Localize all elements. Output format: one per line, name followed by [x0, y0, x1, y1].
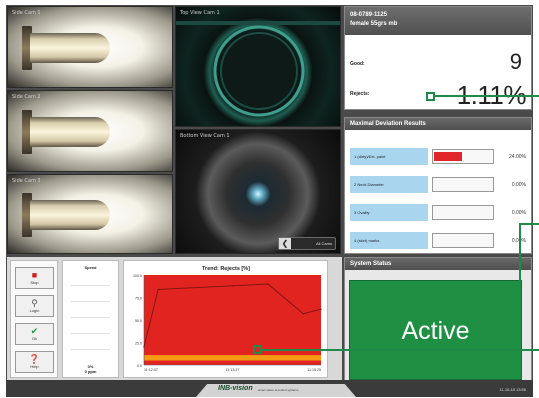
- deviation-label: 2 Neck Diameter: [350, 176, 428, 193]
- chart-point: [320, 308, 322, 310]
- deviation-bar: [432, 233, 494, 248]
- brand-tagline: smart vision & control systems: [258, 388, 299, 392]
- speed-gauge: Speed 0% 0 ppm: [62, 260, 119, 378]
- deviation-percent: 0.00%: [511, 210, 526, 216]
- chart-point: [231, 285, 234, 287]
- control-area: ■ Stop ⚲ Login ✔ Ok ❓ Help Speed 0% 0 pp…: [7, 257, 342, 381]
- login-button[interactable]: ⚲ Login: [15, 295, 54, 317]
- chart-point: [267, 283, 269, 285]
- ok-label: Ok: [31, 336, 38, 341]
- chart-y-tick-label: 75.0: [135, 297, 142, 301]
- callout-box: [253, 345, 262, 354]
- chart-orange-band: [144, 355, 321, 361]
- gauge-line: [71, 285, 110, 286]
- side-cam-2-view[interactable]: Side Cam 2: [7, 90, 173, 172]
- callout-line: [519, 223, 521, 285]
- trend-chart[interactable]: Trend: Rejects [%] 0.0 25.0 50.0 75.0 100.0 11…: [123, 260, 328, 378]
- deviation-fill: [434, 152, 462, 161]
- bottom-view-cam-label: Bottom View Cam 1: [180, 133, 230, 139]
- stop-label: Stop: [30, 280, 39, 285]
- stop-icon: ■: [31, 270, 38, 280]
- help-label: Help: [30, 364, 39, 369]
- preform-image: [30, 33, 110, 63]
- chart-y-tick-label: 50.0: [135, 319, 142, 323]
- deviation-label: 1 (dirty)/Ext. paint: [350, 148, 428, 165]
- chart-x-tick-label: 11:13:27: [226, 368, 240, 372]
- preform-ring-image: [213, 25, 305, 117]
- callout-line: [520, 223, 539, 225]
- side-cam-3-label: Side Cam 3: [12, 178, 41, 184]
- date-time: 11.16.18 13:56: [499, 387, 526, 392]
- deviation-label: 4 (skirt) marks: [350, 232, 428, 249]
- checkmark-icon: ✔: [30, 326, 39, 336]
- status-badge: Active: [349, 280, 522, 380]
- help-icon: ❓: [28, 354, 41, 364]
- product-name: female 55grs mb: [350, 21, 398, 27]
- side-cam-1-view[interactable]: Side Cam 1: [7, 6, 173, 88]
- chart-y-tick-label: 0.0: [137, 364, 142, 368]
- login-label: Login: [29, 308, 40, 313]
- deviation-label: 3 Ovality: [350, 204, 428, 221]
- trend-chart-svg: Trend: Rejects [%] 0.0 25.0 50.0 75.0 100.0 11…: [133, 266, 322, 372]
- bottom-view-cam-view[interactable]: Bottom View Cam 1 ❮ All Cams: [175, 129, 341, 254]
- chart-y-tick-label: 100.0: [133, 274, 142, 278]
- chart-x-tick-label: 11:12:47: [144, 368, 158, 372]
- deviation-row[interactable]: 2 Neck Diameter 0.00%: [350, 176, 526, 193]
- rejects-label: Rejects:: [350, 91, 370, 97]
- deviation-panel: Maximal Deviation Results 1 (dirty)/Ext.…: [344, 117, 532, 254]
- deviation-bar: [432, 149, 494, 164]
- side-cam-1-label: Side Cam 1: [12, 10, 41, 16]
- system-status-title: System Status: [345, 258, 531, 270]
- chart-point: [302, 313, 304, 315]
- all-cams-label: All Cams: [315, 241, 332, 246]
- deviation-title: Maximal Deviation Results: [345, 118, 531, 130]
- system-status-panel: System Status Active: [344, 257, 532, 381]
- gauge-line: [71, 301, 110, 302]
- preform-image: [30, 200, 110, 230]
- top-view-cam-view[interactable]: Top View Cam 1: [175, 6, 341, 127]
- key-icon: ⚲: [31, 298, 38, 308]
- callout-line: [435, 95, 539, 97]
- chart-x-tick-label: 11:15:25: [307, 368, 321, 372]
- gauge-line: [71, 317, 110, 318]
- toolbar: ■ Stop ⚲ Login ✔ Ok ❓ Help: [10, 260, 58, 378]
- job-id: 08-0789-1125: [350, 12, 388, 18]
- good-label: Good:: [350, 61, 365, 67]
- deviation-percent: 0.00%: [511, 182, 526, 188]
- stop-button[interactable]: ■ Stop: [15, 267, 54, 289]
- deviation-row[interactable]: 4 (skirt) marks 0.00%: [350, 232, 526, 249]
- good-count: 9: [509, 49, 522, 74]
- callout-box: [426, 92, 435, 101]
- gauge-line: [71, 349, 110, 350]
- chevron-left-icon: ❮: [279, 238, 291, 249]
- job-header: 08-0789-1125 female 55grs mb: [345, 7, 531, 35]
- chart-point: [157, 288, 159, 291]
- speed-title: Speed: [84, 265, 97, 270]
- chart-point: [143, 346, 145, 348]
- all-cams-button[interactable]: ❮ All Cams: [278, 237, 336, 250]
- side-cam-3-view[interactable]: Side Cam 3: [7, 174, 173, 254]
- deviation-row[interactable]: 1 (dirty)/Ext. paint 24.00%: [350, 148, 526, 165]
- speed-unit: 0 ppm: [84, 369, 97, 374]
- inspection-screen: Side Cam 1 Side Cam 2 Side Cam 3 Top Vie…: [6, 5, 533, 397]
- deviation-row[interactable]: 3 Ovality 0.00%: [350, 204, 526, 221]
- gauge-line: [71, 333, 110, 334]
- deviation-bar: [432, 205, 494, 220]
- preform-image: [30, 117, 110, 147]
- deviation-bar: [432, 177, 494, 192]
- brand-logo: INB-vision: [218, 385, 253, 392]
- status-footer: INB-vision smart vision & control system…: [6, 380, 533, 397]
- help-button[interactable]: ❓ Help: [15, 351, 54, 373]
- chart-y-tick-label: 25.0: [135, 342, 142, 346]
- callout-line: [262, 349, 539, 351]
- deviation-percent: 24.00%: [509, 154, 526, 160]
- ok-button[interactable]: ✔ Ok: [15, 323, 54, 345]
- top-view-cam-label: Top View Cam 1: [180, 10, 220, 16]
- chart-title: Trend: Rejects [%]: [202, 266, 250, 272]
- side-cam-2-label: Side Cam 2: [12, 94, 41, 100]
- speed-readout: 0% 0 ppm: [63, 364, 118, 374]
